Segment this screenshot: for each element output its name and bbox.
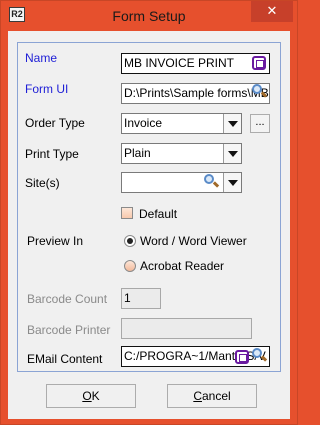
form-ui-field[interactable]: D:\Prints\Sample forms\MB xyxy=(121,83,270,104)
cancel-mnemonic: C xyxy=(193,389,202,403)
form-ui-value: D:\Prints\Sample forms\MB xyxy=(124,86,269,100)
dialog-body: Name MB INVOICE PRINT Form UI D:\Prints\… xyxy=(8,31,290,419)
name-label: Name xyxy=(25,51,58,65)
dropdown-arrow-icon[interactable] xyxy=(223,173,241,192)
ok-button[interactable]: OK xyxy=(46,384,136,408)
close-button[interactable]: ✕ xyxy=(251,1,293,22)
search-icon[interactable] xyxy=(252,348,268,364)
cancel-label: ancel xyxy=(201,389,231,403)
search-icon[interactable] xyxy=(204,174,220,190)
name-value: MB INVOICE PRINT xyxy=(124,56,235,70)
title-bar[interactable]: R2 Form Setup ✕ xyxy=(1,1,297,31)
sites-select[interactable] xyxy=(121,172,242,193)
ok-mnemonic: O xyxy=(82,389,92,403)
preview-acrobat-radio[interactable] xyxy=(124,260,136,272)
order-type-select[interactable]: Invoice xyxy=(121,113,242,134)
preview-in-label: Preview In xyxy=(27,234,84,248)
dropdown-arrow-icon[interactable] xyxy=(223,114,241,133)
preview-word-label: Word / Word Viewer xyxy=(140,234,247,248)
order-type-browse-button[interactable]: ... xyxy=(250,114,270,133)
cancel-button[interactable]: Cancel xyxy=(167,384,257,408)
barcode-count-value: 1 xyxy=(124,291,131,305)
order-type-value: Invoice xyxy=(124,116,163,130)
print-type-value: Plain xyxy=(124,146,151,160)
ok-label: K xyxy=(91,389,100,403)
order-type-label: Order Type xyxy=(25,116,85,130)
barcode-printer-label: Barcode Printer xyxy=(27,323,111,337)
form-list-icon[interactable] xyxy=(252,56,266,70)
form-ui-label: Form UI xyxy=(25,82,69,96)
dropdown-arrow-icon[interactable] xyxy=(223,144,241,163)
barcode-printer-field[interactable] xyxy=(121,318,252,339)
preview-acrobat-label: Acrobat Reader xyxy=(140,259,225,273)
email-content-label: EMail Content xyxy=(27,352,103,366)
form-setup-window: R2 Form Setup ✕ Name MB INVOICE PRINT Fo… xyxy=(0,0,298,425)
search-icon[interactable] xyxy=(252,84,268,100)
form-setup-panel: Name MB INVOICE PRINT Form UI D:\Prints\… xyxy=(17,42,281,372)
print-type-label: Print Type xyxy=(25,147,79,161)
sites-label: Site(s) xyxy=(25,176,60,190)
name-field[interactable]: MB INVOICE PRINT xyxy=(121,53,270,74)
default-checkbox[interactable] xyxy=(121,207,133,219)
form-list-icon[interactable] xyxy=(235,350,249,364)
print-type-select[interactable]: Plain xyxy=(121,143,242,164)
default-label: Default xyxy=(139,207,178,221)
barcode-count-field[interactable]: 1 xyxy=(121,288,161,309)
barcode-count-label: Barcode Count xyxy=(27,292,108,306)
preview-word-radio[interactable] xyxy=(124,235,136,247)
